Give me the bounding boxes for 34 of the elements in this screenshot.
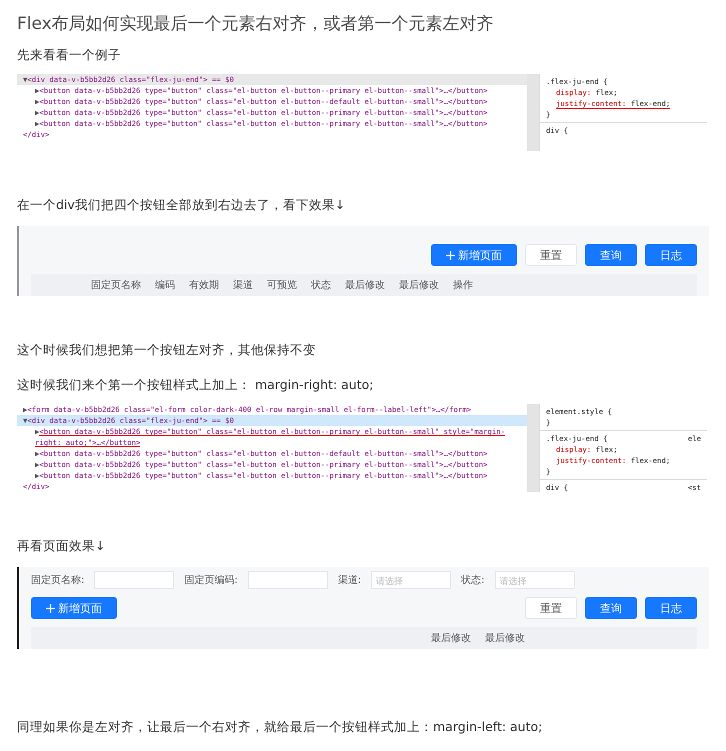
field-label: 状态: (461, 574, 484, 587)
field-label: 渠道: (338, 574, 362, 587)
column-header: 有效期 (189, 278, 219, 292)
paragraph: 再看页面效果↓ (17, 538, 106, 555)
column-header: 固定页名称 (91, 278, 141, 292)
toolbar-button[interactable]: 新增页面 (431, 244, 517, 266)
paragraph: 这个时候我们想把第一个按钮左对齐，其他保持不变 (17, 342, 317, 359)
toolbar-button[interactable]: 日志 (645, 597, 697, 619)
paragraph: 在一个div我们把四个按钮全部放到右边去了，看下效果↓ (17, 197, 346, 214)
toolbar-button[interactable]: 新增页面 (31, 597, 117, 619)
toolbar-button[interactable]: 查询 (585, 244, 637, 266)
plus-icon (446, 250, 455, 260)
paragraph: 同理如果你是左对齐，让最后一个右对齐，就给最后一个按钮样式加上：margin-left: auto; (17, 719, 544, 736)
paragraph: 这时候我们来个第一个按钮样式上加上： margin-right: auto; (17, 377, 374, 394)
toolbar-button[interactable]: 重置 (525, 244, 577, 266)
column-header: 最后修改 (399, 278, 439, 292)
column-header: 最后修改 (485, 632, 525, 645)
field-label: 固定页名称: (31, 574, 84, 587)
field-label: 固定页编码: (184, 574, 238, 587)
toolbar-button[interactable]: 日志 (645, 244, 697, 266)
column-header: 可预览 (267, 279, 297, 292)
column-header: 状态 (311, 278, 331, 292)
toolbar-button[interactable]: 重置 (525, 597, 577, 619)
column-header: 编码 (155, 278, 175, 292)
input-field[interactable] (94, 571, 174, 589)
column-header: 渠道 (233, 278, 253, 292)
article-title: Flex布局如何实现最后一个元素右对齐，或者第一个元素左对齐 (17, 13, 495, 35)
input-field[interactable] (248, 571, 328, 589)
toolbar-button[interactable]: 查询 (585, 597, 637, 619)
column-header: 最后修改 (345, 278, 385, 292)
column-header: 操作 (453, 279, 473, 292)
column-header: 最后修改 (431, 632, 471, 645)
plus-icon (46, 604, 55, 612)
paragraph: 先来看看一个例子 (17, 47, 122, 64)
